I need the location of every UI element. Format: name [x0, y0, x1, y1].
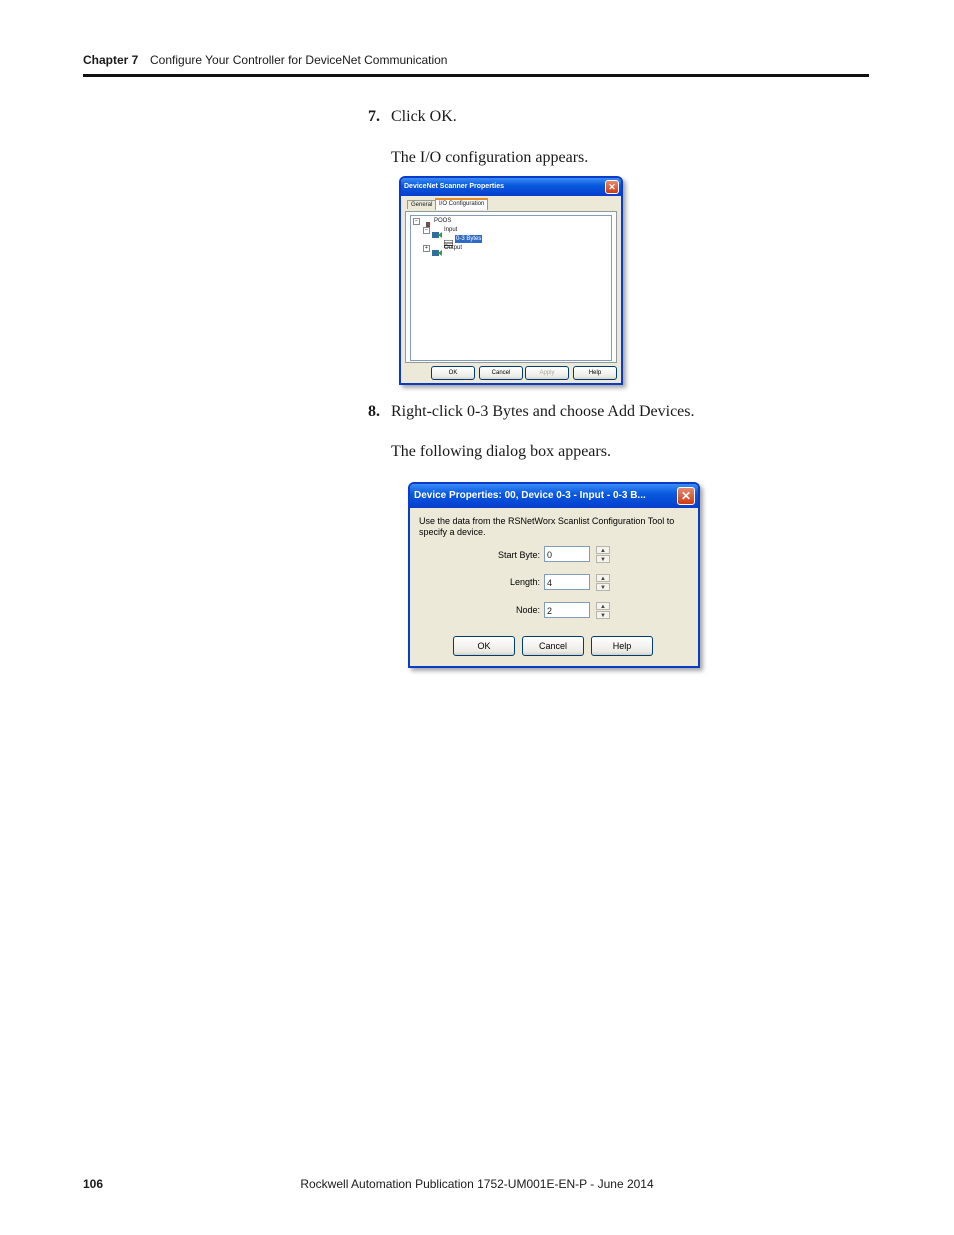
apply-button: Apply	[525, 366, 569, 380]
step-7-text: Click OK.	[391, 108, 457, 125]
close-icon[interactable]: ✕	[677, 487, 695, 505]
step-8-text: Right-click 0-3 Bytes and choose Add Dev…	[391, 403, 695, 420]
step-8-number: 8.	[368, 403, 380, 420]
spin-down-icon[interactable]: ▼	[596, 555, 610, 563]
spin-up-icon[interactable]: ▲	[596, 602, 610, 610]
scanner-properties-dialog: DeviceNet Scanner Properties ✕ General I…	[399, 176, 623, 385]
spin-up-icon[interactable]: ▲	[596, 574, 610, 582]
device-dialog-title: Device Properties: 00, Device 0-3 - Inpu…	[410, 484, 698, 508]
ok-button[interactable]: OK	[431, 366, 475, 380]
bytes-grid-icon	[443, 235, 454, 249]
spin-down-icon[interactable]: ▼	[596, 583, 610, 591]
length-label: Length:	[509, 577, 540, 587]
start-byte-input[interactable]: 0	[544, 546, 590, 562]
output-module-icon	[432, 244, 442, 256]
tree-node-0-3-bytes[interactable]: 0-3 Bytes	[455, 235, 483, 243]
input-module-icon	[432, 226, 442, 238]
tab-general[interactable]: General	[407, 200, 437, 209]
help-button[interactable]: Help	[573, 366, 617, 380]
io-config-panel: − POOS − Input 0-3 Bytes + Output	[405, 211, 617, 363]
expand-icon[interactable]: +	[423, 245, 430, 252]
scanner-dialog-title: DeviceNet Scanner Properties	[401, 178, 621, 196]
step-7-number: 7.	[368, 108, 380, 125]
spin-down-icon[interactable]: ▼	[596, 611, 610, 619]
node-input[interactable]: 2	[544, 602, 590, 618]
collapse-icon[interactable]: −	[413, 218, 420, 225]
cancel-button[interactable]: Cancel	[522, 636, 584, 656]
device-instructions: Use the data from the RSNetWorx Scanlist…	[419, 516, 675, 537]
controller-icon	[424, 217, 432, 230]
collapse-icon[interactable]: −	[423, 227, 430, 234]
tree-node-input[interactable]: Input	[444, 226, 457, 234]
step-7-result: The I/O configuration appears.	[391, 149, 589, 166]
device-properties-dialog: Device Properties: 00, Device 0-3 - Inpu…	[408, 482, 700, 668]
publication-info: Rockwell Automation Publication 1752-UM0…	[300, 1177, 654, 1191]
chapter-label: Chapter 7	[83, 53, 139, 67]
cancel-button[interactable]: Cancel	[479, 366, 523, 380]
help-button[interactable]: Help	[591, 636, 653, 656]
length-input[interactable]: 4	[544, 574, 590, 590]
ok-button[interactable]: OK	[453, 636, 515, 656]
close-icon[interactable]: ✕	[605, 180, 619, 194]
tab-io-configuration[interactable]: I/O Configuration	[435, 198, 489, 210]
tree-node-root[interactable]: POOS	[434, 217, 451, 225]
tree-node-output[interactable]: Output	[444, 244, 462, 252]
node-label: Node:	[515, 605, 540, 615]
step-8-result: The following dialog box appears.	[391, 443, 611, 460]
chapter-title: Configure Your Controller for DeviceNet …	[150, 53, 448, 67]
header-rule	[83, 74, 869, 77]
spin-up-icon[interactable]: ▲	[596, 546, 610, 554]
io-tree: − POOS − Input 0-3 Bytes + Output	[410, 215, 612, 361]
start-byte-label: Start Byte:	[497, 550, 540, 560]
